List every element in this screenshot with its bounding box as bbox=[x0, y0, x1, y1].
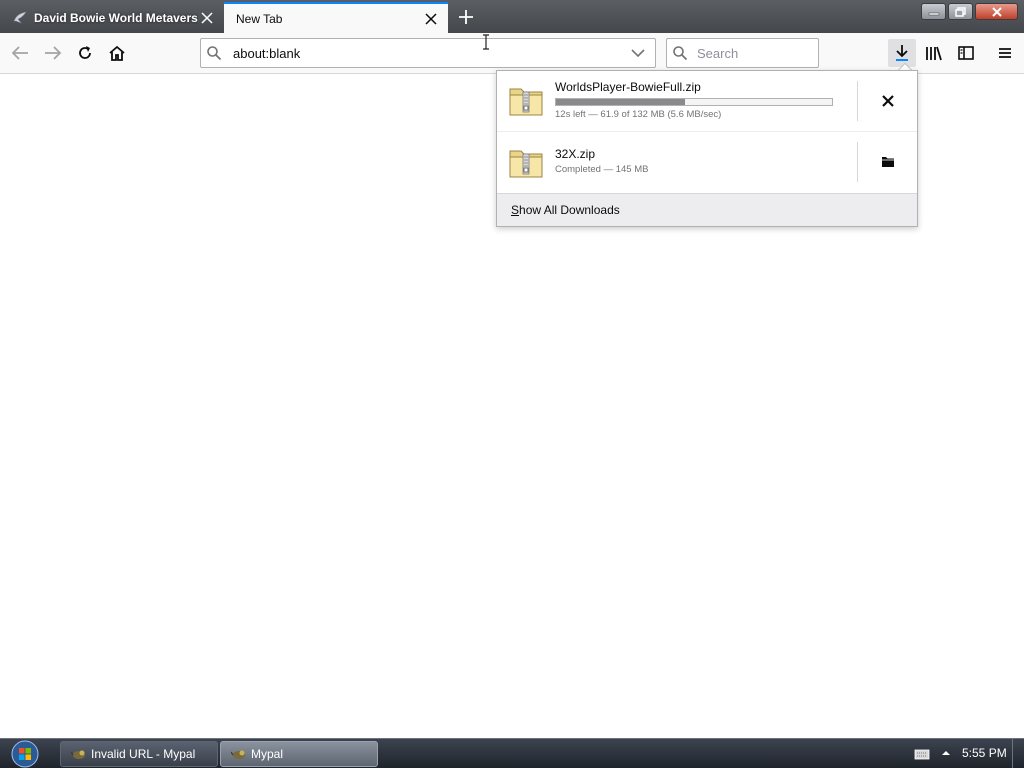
tab-title: David Bowie World Metaverse bbox=[34, 10, 198, 25]
reload-icon bbox=[79, 46, 91, 59]
hamburger-menu-icon bbox=[999, 48, 1011, 58]
show-desktop-button[interactable] bbox=[1012, 739, 1024, 768]
library-icon bbox=[926, 46, 942, 61]
window-controls bbox=[921, 3, 1018, 20]
tab-david-bowie[interactable]: David Bowie World Metaverse bbox=[0, 2, 224, 33]
download-progress-fill bbox=[556, 99, 686, 105]
url-input[interactable] bbox=[227, 40, 625, 66]
search-icon bbox=[667, 40, 693, 66]
taskbar-item-label: Mypal bbox=[251, 747, 284, 761]
tab-close-icon[interactable] bbox=[422, 10, 440, 28]
divider bbox=[857, 81, 858, 121]
search-input[interactable] bbox=[693, 40, 818, 66]
tab-close-icon[interactable] bbox=[198, 9, 216, 27]
back-button[interactable] bbox=[6, 39, 34, 67]
close-window-button[interactable] bbox=[975, 3, 1018, 20]
home-icon bbox=[109, 45, 125, 61]
minimize-button[interactable] bbox=[921, 3, 946, 20]
zip-file-icon bbox=[509, 150, 543, 178]
restore-icon bbox=[954, 6, 966, 17]
cancel-download-button[interactable] bbox=[873, 87, 903, 115]
tab-strip: David Bowie World Metaverse New Tab bbox=[0, 0, 1024, 33]
taskbar-item-label: Invalid URL - Mypal bbox=[91, 747, 196, 761]
zip-file-icon bbox=[509, 88, 543, 116]
close-icon bbox=[991, 6, 1002, 17]
menu-button[interactable] bbox=[991, 39, 1019, 67]
taskbar-item-invalid-url[interactable]: Invalid URL - Mypal bbox=[60, 741, 218, 767]
text-cursor-icon bbox=[483, 34, 489, 50]
taskbar-item-mypal[interactable]: Mypal bbox=[220, 741, 378, 767]
download-status: Completed — 145 MB bbox=[555, 164, 649, 175]
mypal-app-icon bbox=[231, 750, 245, 759]
tab-title: New Tab bbox=[236, 11, 283, 26]
url-dropdown-chevron-icon[interactable] bbox=[625, 40, 651, 66]
sidebar-button[interactable] bbox=[952, 39, 980, 67]
accesskey-letter: S bbox=[511, 203, 520, 217]
minimize-icon bbox=[928, 12, 939, 15]
show-all-downloads-label: Show All Downloads bbox=[511, 203, 620, 217]
worlds-favicon-icon bbox=[13, 11, 27, 24]
start-button[interactable] bbox=[8, 740, 42, 768]
download-filename: WorldsPlayer-BowieFull.zip bbox=[555, 80, 701, 94]
taskbar-clock[interactable]: 5:55 PM bbox=[962, 746, 1007, 760]
download-item[interactable]: WorldsPlayer-BowieFull.zip 12s left — 61… bbox=[497, 71, 917, 132]
taskbar: Invalid URL - Mypal Mypal 5:55 PM bbox=[0, 738, 1024, 768]
search-icon bbox=[201, 40, 227, 66]
download-progress-bar bbox=[555, 98, 833, 106]
forward-button[interactable] bbox=[39, 39, 67, 67]
divider bbox=[857, 142, 858, 182]
search-bar[interactable] bbox=[666, 38, 819, 68]
keyboard-tray-icon[interactable] bbox=[914, 747, 930, 761]
downloads-panel: WorldsPlayer-BowieFull.zip 12s left — 61… bbox=[496, 70, 918, 227]
url-bar[interactable] bbox=[200, 38, 656, 68]
new-tab-button[interactable] bbox=[454, 5, 478, 29]
download-filename: 32X.zip bbox=[555, 147, 596, 161]
home-button[interactable] bbox=[103, 39, 131, 67]
sidebar-icon bbox=[958, 46, 974, 60]
open-containing-folder-button[interactable] bbox=[873, 148, 903, 176]
folder-icon bbox=[882, 157, 894, 167]
download-status: 12s left — 61.9 of 132 MB (5.6 MB/sec) bbox=[555, 109, 722, 120]
label-rest: how All Downloads bbox=[519, 203, 620, 217]
plus-icon bbox=[459, 10, 473, 24]
windows-logo-icon bbox=[11, 740, 39, 768]
show-all-downloads-button[interactable]: Show All Downloads bbox=[497, 193, 917, 226]
download-arrow-icon bbox=[896, 45, 908, 61]
forward-arrow-icon bbox=[45, 46, 62, 60]
close-icon bbox=[882, 95, 894, 107]
mypal-app-icon bbox=[71, 750, 85, 759]
reload-button[interactable] bbox=[71, 39, 99, 67]
library-button[interactable] bbox=[920, 39, 948, 67]
show-hidden-icons-icon[interactable] bbox=[940, 747, 952, 759]
download-item[interactable]: 32X.zip Completed — 145 MB bbox=[497, 132, 917, 193]
navigation-toolbar bbox=[0, 33, 1024, 74]
maximize-button[interactable] bbox=[948, 3, 973, 20]
tab-new-tab[interactable]: New Tab bbox=[224, 2, 448, 33]
back-arrow-icon bbox=[11, 46, 28, 60]
